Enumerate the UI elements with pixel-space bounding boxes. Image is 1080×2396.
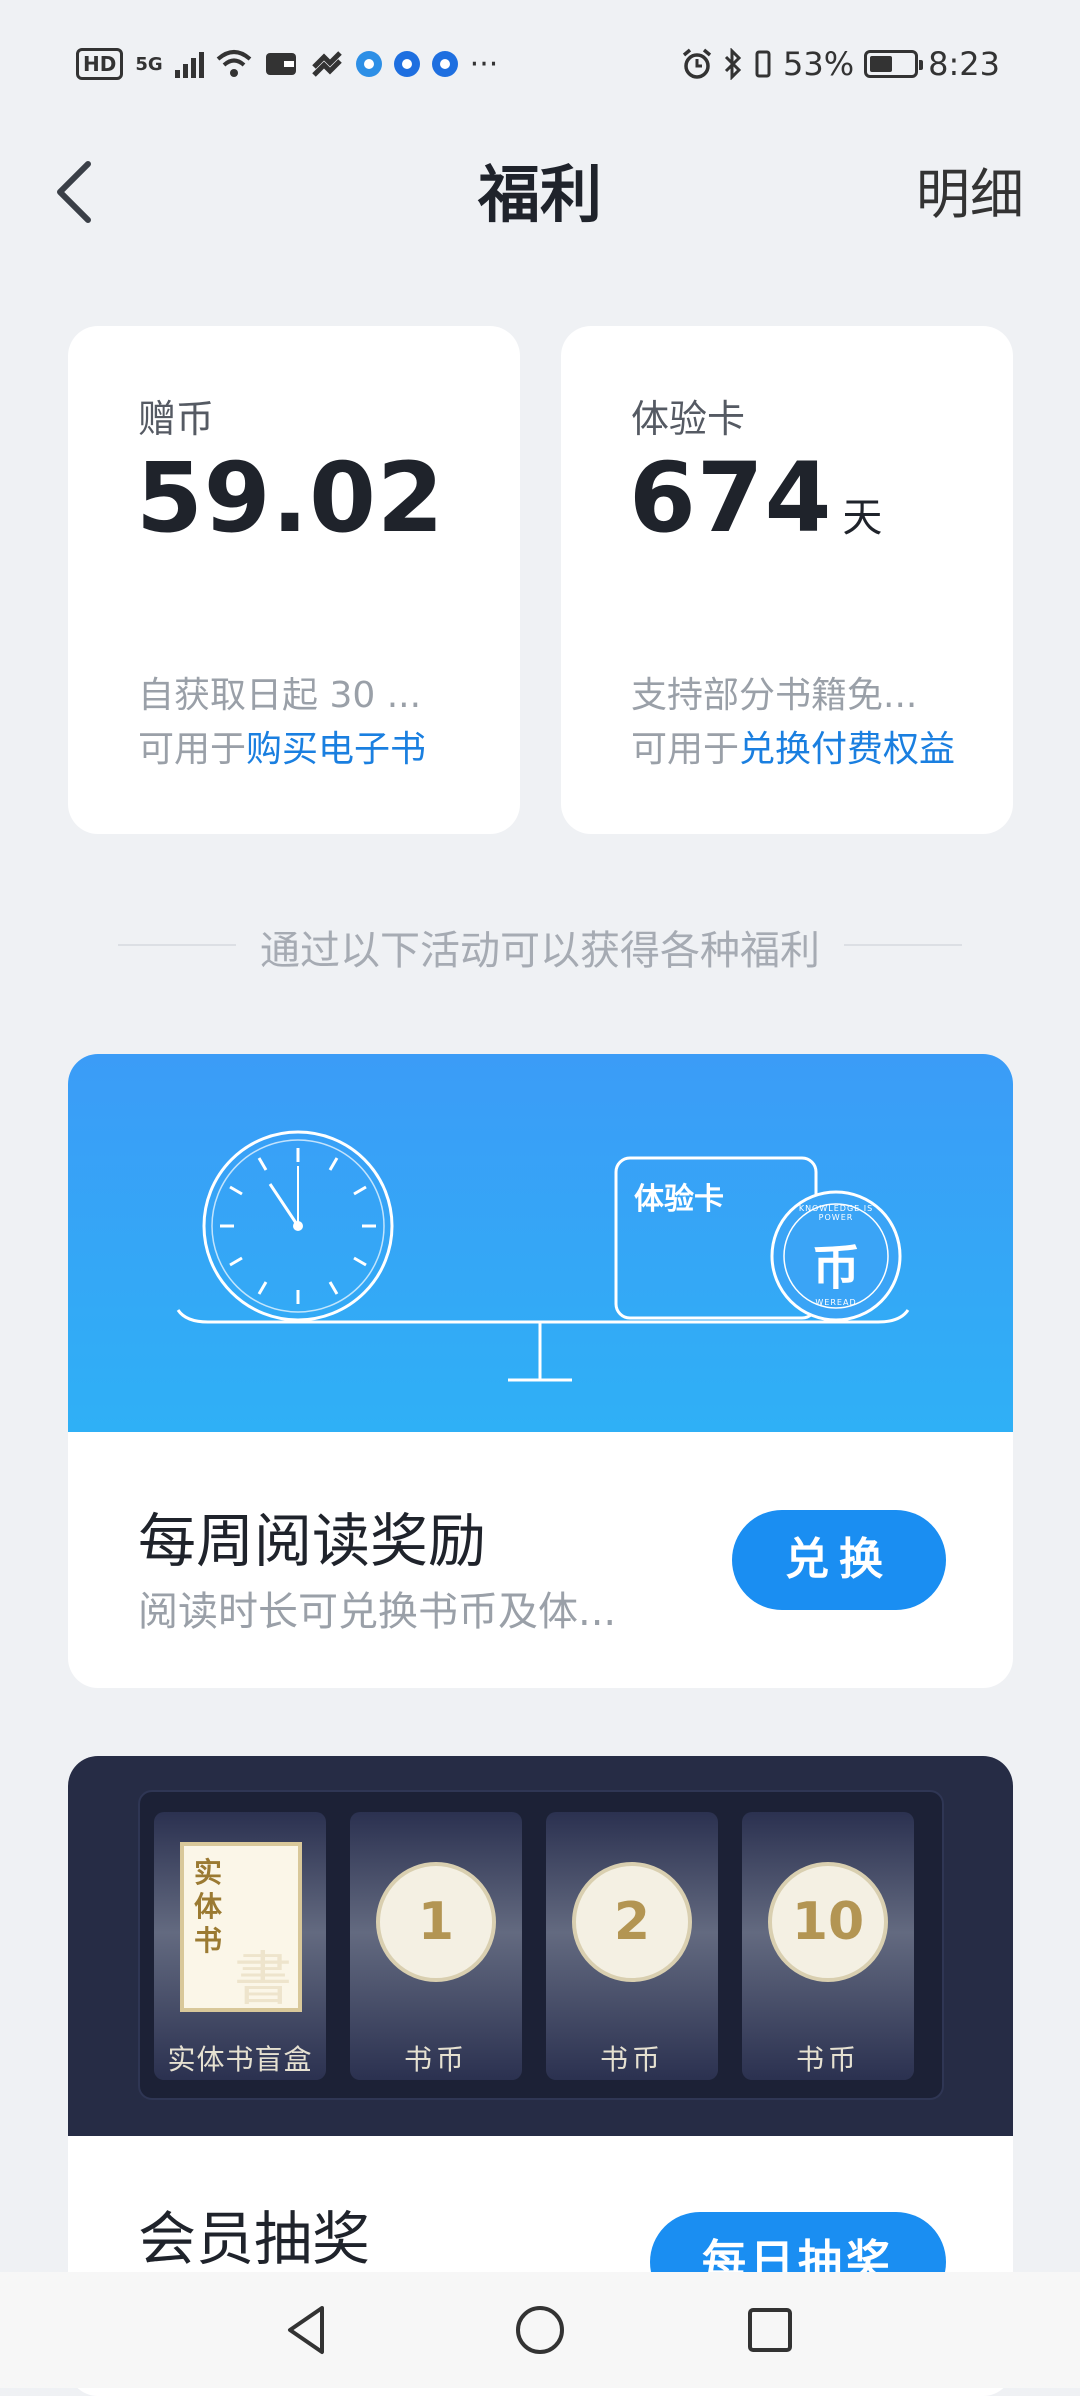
battery-percent: 53%	[783, 45, 855, 83]
wallet-icon	[265, 53, 296, 75]
status-time: 8:23	[928, 45, 1000, 83]
lottery-slots: 实体书 書 实体书盲盒 1 书币 2 书币 10 书币	[138, 1790, 944, 2100]
card-label: 赠币	[138, 397, 215, 441]
hd-icon: HD	[76, 48, 124, 80]
section-hint: 通过以下活动可以获得各种福利	[260, 928, 820, 974]
app-notification-icon	[431, 51, 458, 77]
app-notification-icon	[393, 51, 420, 77]
status-left-icons: HD 5G ···	[76, 44, 498, 84]
circle-home-icon	[516, 2306, 564, 2354]
nav-back-button[interactable]	[276, 2298, 340, 2362]
triangle-back-icon	[288, 2306, 324, 2354]
slot-label: 书币	[403, 2043, 468, 2076]
book-box-icon: 实体书 書	[180, 1842, 302, 2013]
nav-home-button[interactable]	[508, 2298, 572, 2362]
bluetooth-icon	[724, 48, 742, 80]
slot-coin-2: 2 书币	[546, 1812, 718, 2080]
square-recents-icon	[748, 2308, 792, 2352]
coin-ring-text: KNOWLEDGE IS POWER	[798, 1204, 874, 1222]
weekly-reward-subtitle: 阅读时长可兑换书币及体...	[138, 1589, 617, 1635]
gift-coin-card[interactable]: 赠币 59.02 自获取日起 30 ... 可用于购买电子书	[68, 326, 520, 834]
system-nav-bar	[0, 2272, 1080, 2388]
card-unit: 天	[842, 495, 884, 541]
coin-amount: 1	[417, 1892, 455, 1952]
status-bar: HD 5G ··· 53% 8:23	[0, 0, 1080, 125]
card-desc: 支持部分书籍免...	[631, 675, 918, 716]
gift-coin-value: 59.02	[136, 445, 445, 552]
weekly-reward-title: 每周阅读奖励	[138, 1507, 487, 1575]
redeem-button[interactable]: 兑换	[732, 1510, 946, 1610]
coin-amount: 10	[791, 1892, 865, 1952]
usage-prefix: 可用于	[631, 729, 740, 770]
trial-card-card[interactable]: 体验卡 674 天 支持部分书籍免... 可用于兑换付费权益	[561, 326, 1013, 834]
slot-coin-10: 10 书币	[742, 1812, 914, 2080]
weekly-banner: 体验卡 币 KNOWLEDGE IS POWER WEREAD	[68, 1054, 1013, 1432]
card-value: 59.02	[136, 442, 445, 554]
coin-icon: 2	[572, 1862, 692, 1982]
signal-type-label: 5G	[135, 53, 163, 75]
coin-icon: 1	[376, 1862, 496, 1982]
lottery-banner: 实体书 書 实体书盲盒 1 书币 2 书币 10 书币	[68, 1756, 1013, 2136]
battery-icon	[864, 50, 924, 78]
app-notification-icon	[355, 51, 382, 77]
balance-scale-illustration	[176, 1130, 910, 1382]
more-notifications-icon: ···	[469, 46, 499, 82]
redeem-benefit-link[interactable]: 兑换付费权益	[739, 729, 955, 770]
clock-icon	[202, 1130, 394, 1322]
card-desc: 自获取日起 30 ...	[138, 675, 422, 716]
coin-icon: 10	[768, 1862, 888, 1982]
book-box-text: 实体书	[194, 1856, 223, 1957]
card-label: 体验卡	[631, 397, 746, 441]
card-usage: 可用于兑换付费权益	[631, 720, 955, 772]
battery-level	[870, 56, 893, 72]
weekly-reward-card[interactable]: 体验卡 币 KNOWLEDGE IS POWER WEREAD 每周阅读奖励 阅…	[68, 1054, 1013, 1688]
nav-recents-button[interactable]	[738, 2298, 802, 2362]
link-icon	[311, 51, 342, 77]
coin-glyph: 币	[811, 1240, 860, 1296]
buy-ebook-link[interactable]: 购买电子书	[246, 729, 426, 770]
card-usage: 可用于购买电子书	[138, 720, 426, 772]
vibrate-icon	[755, 50, 771, 78]
slot-coin-1: 1 书币	[350, 1812, 522, 2080]
slot-label: 书币	[795, 2043, 860, 2076]
coin-bottom-text: WEREAD	[815, 1298, 857, 1307]
chevron-left-icon	[57, 161, 91, 223]
back-button[interactable]	[46, 150, 106, 230]
detail-link[interactable]: 明细	[916, 150, 1024, 240]
member-lottery-title: 会员抽奖	[138, 2205, 371, 2273]
book-box-watermark: 書	[234, 1945, 293, 2013]
trial-card-label: 体验卡	[634, 1182, 724, 1217]
alarm-icon	[682, 48, 712, 79]
slot-label: 书币	[599, 2043, 664, 2076]
usage-prefix: 可用于	[138, 729, 247, 770]
slot-label: 实体书盲盒	[167, 2043, 313, 2076]
trial-days-value: 674 天	[629, 445, 884, 552]
slot-book-blind-box: 实体书 書 实体书盲盒	[154, 1812, 326, 2080]
coin-amount: 2	[613, 1892, 651, 1952]
wifi-icon	[216, 50, 251, 77]
card-value: 674	[629, 442, 833, 554]
cell-signal-icon	[174, 50, 204, 78]
status-right-icons: 53% 8:23	[681, 44, 1000, 84]
